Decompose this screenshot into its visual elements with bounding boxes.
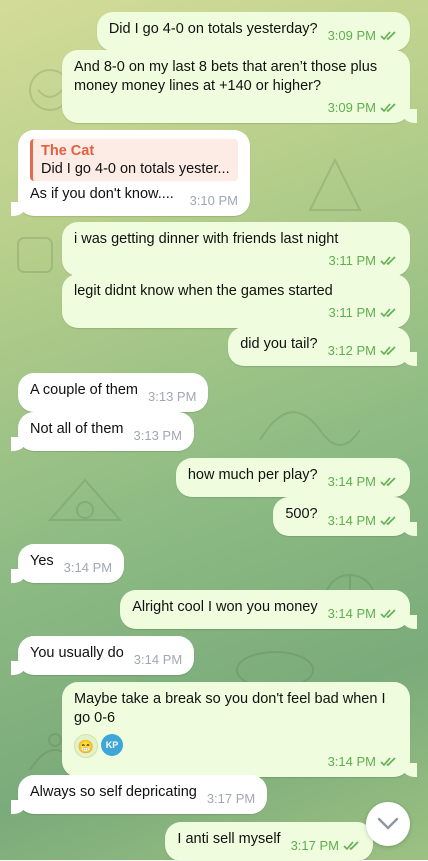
message-text: Always so self depricating [30, 784, 197, 800]
incoming-message[interactable]: Yes 3:14 PM [10, 544, 125, 583]
message-time: 3:12 PM [327, 343, 376, 358]
message-meta: 3:11 PM [329, 303, 398, 322]
message-text: 500? [285, 506, 318, 522]
reply-author: The Cat [41, 143, 95, 159]
incoming-message[interactable]: The Cat Did I go 4-0 on totals yester...… [11, 130, 250, 216]
incoming-message[interactable]: Always so self depricating 3:17 PM [10, 775, 268, 814]
double-check-icon [343, 840, 359, 850]
double-check-icon [380, 476, 396, 486]
scroll-down-button[interactable] [366, 802, 410, 846]
message-text: Not all of them [30, 421, 124, 437]
double-check-icon [380, 255, 396, 265]
message-time: 3:14 PM [327, 754, 376, 769]
message-text: You usually do [30, 645, 124, 661]
grin-emoji-icon[interactable]: 😁 [74, 734, 98, 758]
double-check-icon [380, 30, 396, 40]
message-meta: 3:09 PM [328, 26, 398, 45]
message-time: 3:09 PM [327, 28, 376, 43]
message-time: 3:14 PM [327, 474, 376, 489]
reply-preview[interactable]: The Cat Did I go 4-0 on totals yester... [30, 139, 238, 181]
message-text: Yes [30, 553, 54, 569]
outgoing-message[interactable]: Maybe take a break so you don't feel bad… [62, 682, 417, 777]
message-time: 3:14 PM [63, 560, 113, 575]
message-meta: 3:17 PM [207, 789, 255, 808]
double-check-icon [380, 307, 396, 317]
message-meta: 3:14 PM [328, 472, 398, 491]
message-time: 3:14 PM [133, 652, 183, 667]
message-time: 3:09 PM [327, 100, 376, 115]
message-text: i was getting dinner with friends last n… [74, 231, 339, 247]
message-text: As if you don't know.... [30, 186, 174, 202]
incoming-message[interactable]: A couple of them 3:13 PM [18, 373, 209, 412]
message-meta: 3:10 PM [190, 191, 238, 210]
message-meta: 3:14 PM [328, 752, 398, 771]
outgoing-message[interactable]: Did I go 4-0 on totals yesterday? 3:09 P… [96, 12, 410, 51]
message-time: 3:10 PM [189, 193, 238, 208]
reply-text: Did I go 4-0 on totals yester... [41, 161, 230, 177]
message-time: 3:14 PM [327, 606, 376, 621]
outgoing-message[interactable]: how much per play? 3:14 PM [175, 458, 410, 497]
avatar[interactable]: KP [101, 734, 123, 756]
outgoing-message[interactable]: Alright cool I won you money 3:14 PM [120, 590, 417, 629]
message-meta: 3:14 PM [134, 650, 182, 669]
message-time: 3:13 PM [133, 428, 182, 443]
message-time: 3:17 PM [290, 838, 339, 853]
message-meta: 3:13 PM [148, 387, 196, 406]
message-meta: 3:14 PM [64, 558, 112, 577]
message-text: legit didnt know when the games started [74, 283, 333, 299]
message-text: how much per play? [187, 467, 318, 483]
chevron-down-icon [377, 817, 399, 830]
message-time: 3:11 PM [328, 253, 376, 268]
message-text: I anti sell myself [177, 831, 281, 847]
message-time: 3:13 PM [148, 389, 197, 404]
message-text: A couple of them [30, 382, 139, 398]
double-check-icon [380, 102, 396, 112]
outgoing-message[interactable]: did you tail? 3:12 PM [228, 327, 417, 366]
outgoing-message[interactable]: i was getting dinner with friends last n… [62, 222, 410, 276]
message-time: 3:14 PM [327, 513, 376, 528]
incoming-message[interactable]: You usually do 3:14 PM [10, 636, 195, 675]
message-meta: 3:14 PM [328, 511, 398, 530]
chat-history: Did I go 4-0 on totals yesterday? 3:09 P… [0, 0, 428, 861]
message-time: 3:11 PM [328, 305, 376, 320]
outgoing-message[interactable]: legit didnt know when the games started … [62, 274, 410, 328]
message-text: And 8-0 on my last 8 bets that aren’t th… [74, 59, 378, 94]
message-meta: 3:13 PM [134, 426, 182, 445]
message-meta: 3:11 PM [329, 251, 398, 270]
message-meta: 3:09 PM [328, 98, 398, 117]
message-text: did you tail? [240, 336, 318, 352]
double-check-icon [380, 345, 396, 355]
message-meta: 3:17 PM [291, 836, 361, 855]
outgoing-message[interactable]: 500? 3:14 PM [273, 497, 417, 536]
double-check-icon [380, 608, 396, 618]
message-time: 3:17 PM [206, 791, 256, 806]
double-check-icon [380, 756, 396, 766]
message-text: Maybe take a break so you don't feel bad… [74, 691, 386, 726]
message-meta: 3:14 PM [328, 604, 398, 623]
message-text: Did I go 4-0 on totals yesterday? [108, 21, 318, 37]
double-check-icon [380, 515, 396, 525]
message-meta: 3:12 PM [328, 341, 398, 360]
outgoing-message[interactable]: I anti sell myself 3:17 PM [165, 822, 373, 861]
incoming-message[interactable]: Not all of them 3:13 PM [11, 412, 194, 451]
message-text: Alright cool I won you money [132, 599, 318, 615]
outgoing-message[interactable]: And 8-0 on my last 8 bets that aren’t th… [62, 50, 417, 123]
